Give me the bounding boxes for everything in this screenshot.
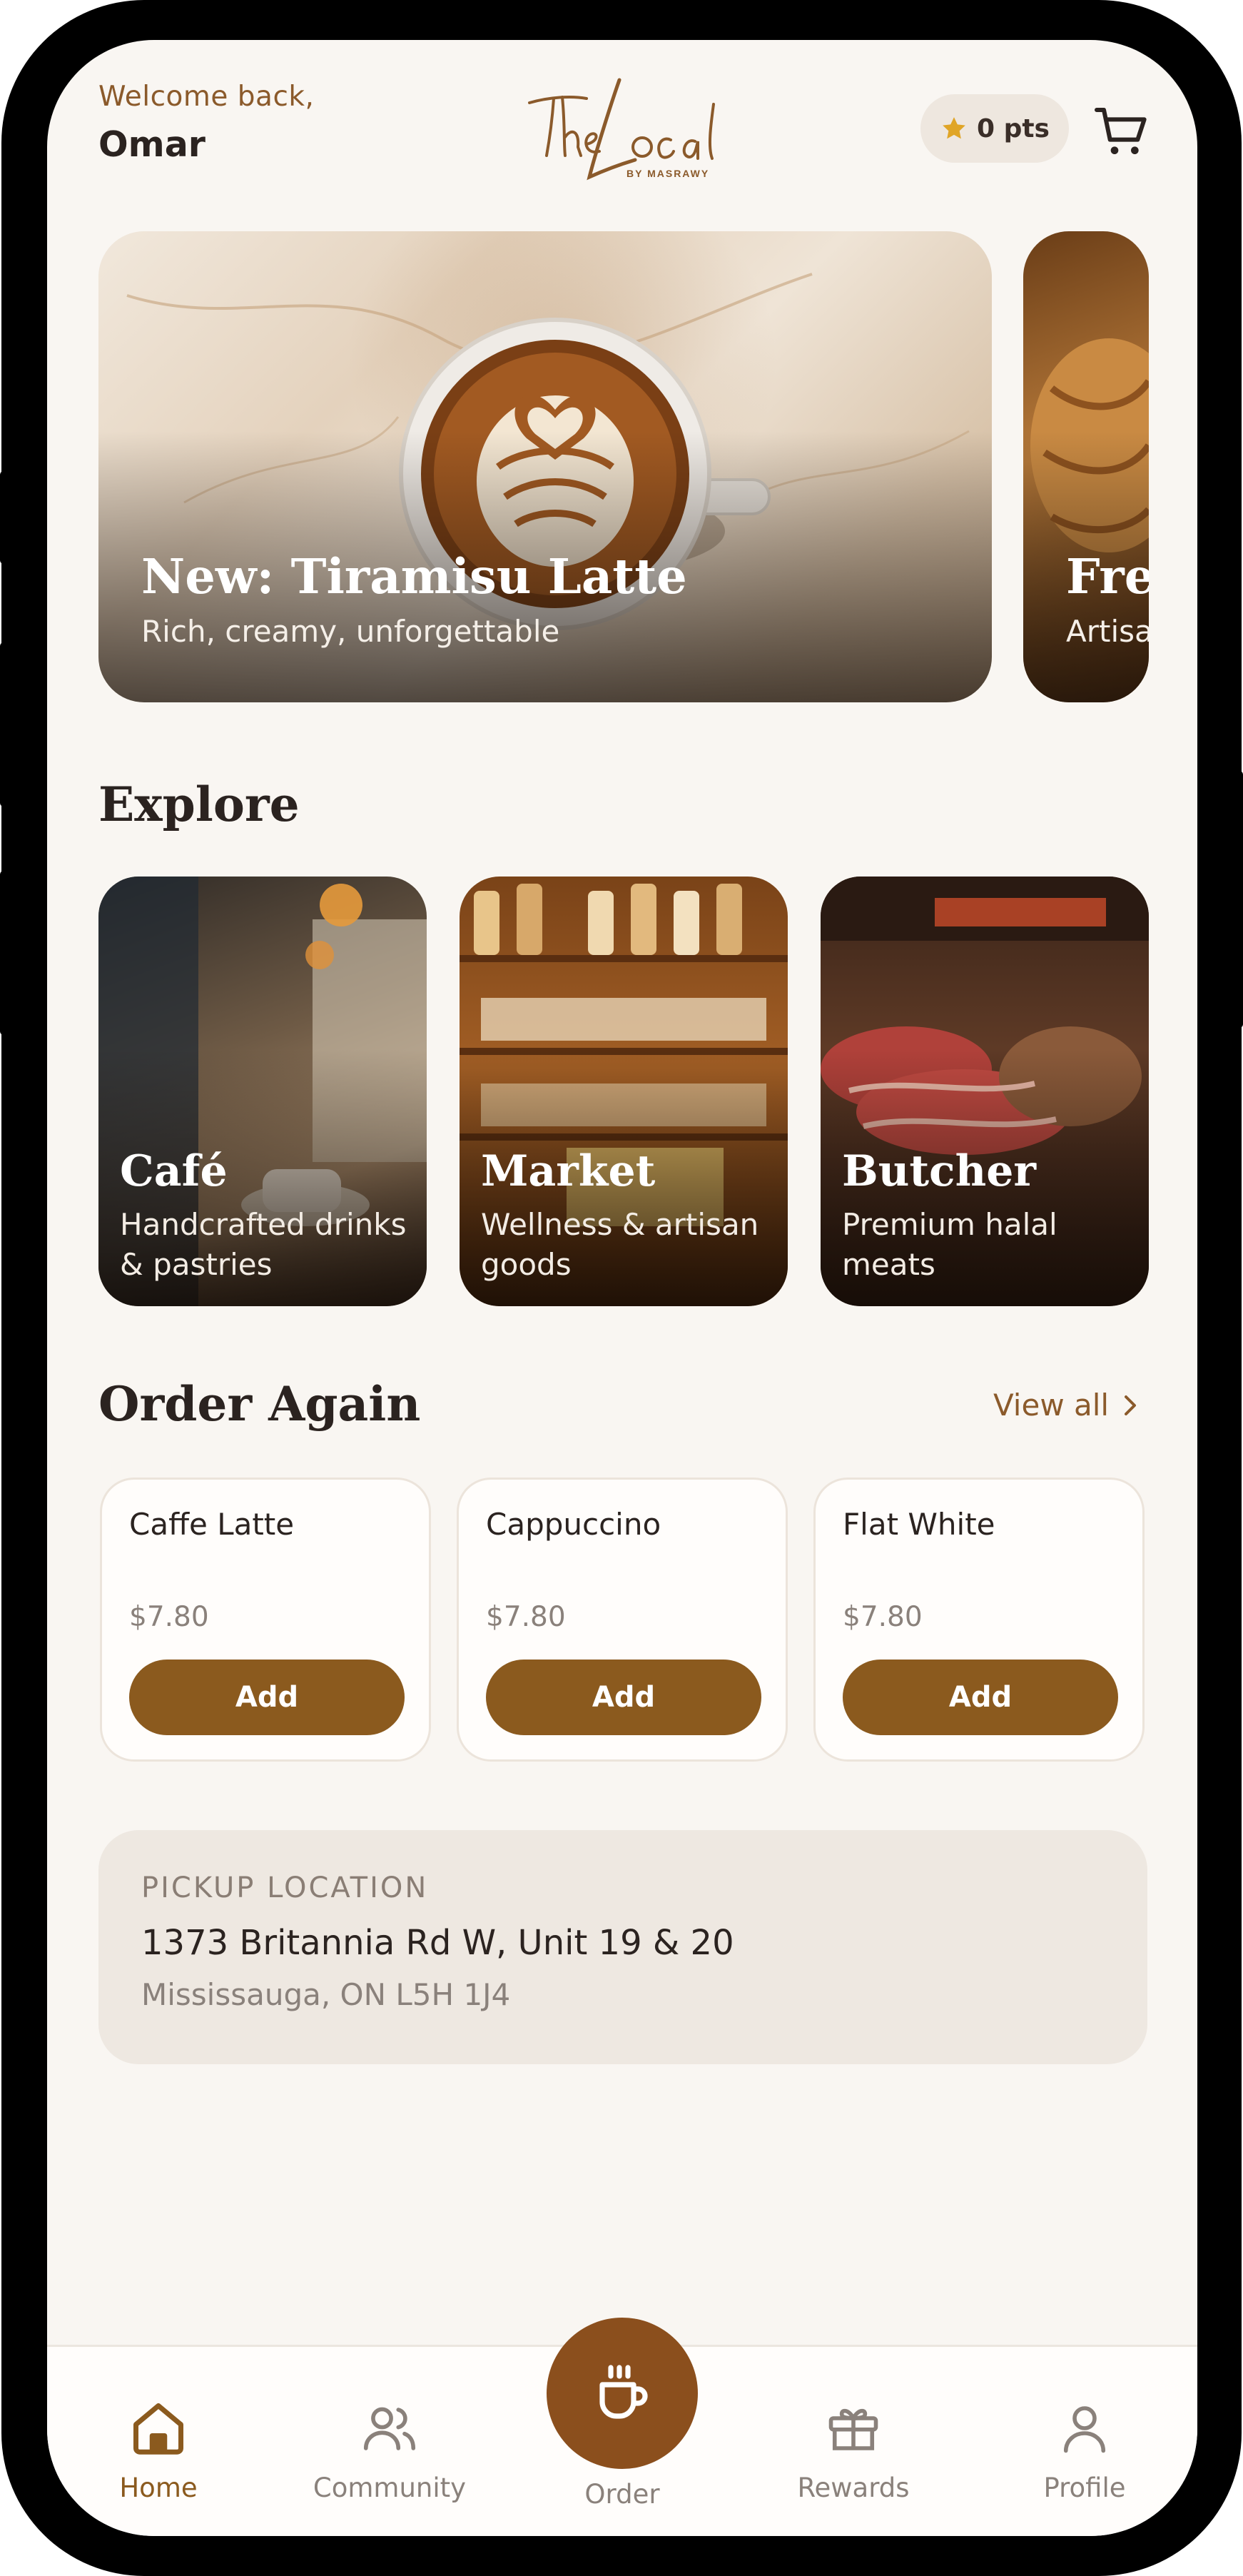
points-badge[interactable]: 0 pts xyxy=(920,94,1069,163)
logo-sub: BY MASRAWY xyxy=(626,168,709,179)
coffee-cup-icon xyxy=(599,2365,648,2419)
hero-banner[interactable]: New: Tiramisu Latte Rich, creamy, unforg… xyxy=(98,231,992,702)
product-name: Caffe Latte xyxy=(129,1507,295,1542)
explore-card-desc: Handcrafted drinks & pastries xyxy=(120,1207,407,1282)
community-icon xyxy=(363,2407,416,2450)
nav-profile[interactable]: Profile xyxy=(992,2398,1177,2503)
order-button[interactable] xyxy=(547,2318,698,2469)
explore-card-butcher[interactable]: Butcher Premium halal meats xyxy=(821,877,1149,1306)
welcome-text: Welcome back, xyxy=(98,81,315,113)
app-screen: Welcome back, Omar BY MASRAWY 0 pts New:… xyxy=(47,40,1197,2536)
nav-label: Rewards xyxy=(797,2473,910,2503)
product-card[interactable]: Flat White $7.80 Add xyxy=(813,1478,1145,1762)
cart-icon[interactable] xyxy=(1093,103,1150,160)
explore-heading: Explore xyxy=(98,777,300,832)
brand-logo: BY MASRAWY xyxy=(528,78,715,181)
product-name: Flat White xyxy=(843,1507,995,1542)
add-button[interactable]: Add xyxy=(129,1660,405,1735)
nav-label: Home xyxy=(119,2473,198,2503)
side-button xyxy=(0,642,7,807)
points-label: 0 pts xyxy=(977,113,1050,143)
nav-label: Community xyxy=(313,2473,467,2503)
hero-banner-next[interactable]: Fres Artisa xyxy=(1023,231,1149,702)
side-button xyxy=(0,871,7,1035)
product-price: $7.80 xyxy=(129,1601,209,1633)
chevron-right-icon xyxy=(1125,1395,1137,1415)
pickup-city: Mississauga, ON L5H 1J4 xyxy=(141,1977,511,2012)
nav-home[interactable]: Home xyxy=(66,2398,251,2503)
view-all-link[interactable]: View all xyxy=(993,1388,1139,1423)
pickup-label: PICKUP LOCATION xyxy=(141,1872,429,1904)
nav-rewards[interactable]: Rewards xyxy=(761,2398,946,2503)
hero-subtitle: Artisa xyxy=(1066,614,1149,649)
hero-subtitle: Rich, creamy, unforgettable xyxy=(141,614,560,649)
nav-order-label: Order xyxy=(584,2479,660,2510)
view-all-label: View all xyxy=(993,1388,1110,1423)
side-button xyxy=(1236,771,1243,1028)
order-again-heading: Order Again xyxy=(98,1376,421,1432)
add-button[interactable]: Add xyxy=(843,1660,1118,1735)
gift-icon xyxy=(828,2408,878,2450)
star-icon xyxy=(943,117,965,139)
nav-community[interactable]: Community xyxy=(297,2398,482,2503)
home-icon xyxy=(133,2403,183,2455)
explore-card-title: Market xyxy=(481,1146,656,1196)
product-card[interactable]: Cappuccino $7.80 Add xyxy=(457,1478,788,1762)
hero-title: New: Tiramisu Latte xyxy=(141,548,687,605)
profile-icon xyxy=(1063,2406,1106,2453)
explore-card-market[interactable]: Market Wellness & artisan goods xyxy=(460,877,788,1306)
product-card[interactable]: Caffe Latte $7.80 Add xyxy=(100,1478,431,1762)
hero-title: Fres xyxy=(1066,548,1149,605)
product-price: $7.80 xyxy=(843,1601,923,1633)
phone-frame: Welcome back, Omar BY MASRAWY 0 pts New:… xyxy=(0,0,1243,2576)
side-button xyxy=(0,471,7,564)
product-price: $7.80 xyxy=(486,1601,566,1633)
product-name: Cappuccino xyxy=(486,1507,661,1542)
nav-label: Profile xyxy=(1043,2473,1126,2503)
username: Omar xyxy=(98,124,206,165)
explore-card-cafe[interactable]: Café Handcrafted drinks & pastries xyxy=(98,877,427,1306)
add-button[interactable]: Add xyxy=(486,1660,761,1735)
explore-card-desc: Premium halal meats xyxy=(842,1207,1057,1282)
explore-card-title: Butcher xyxy=(842,1146,1036,1196)
pickup-location-card[interactable]: PICKUP LOCATION 1373 Britannia Rd W, Uni… xyxy=(98,1830,1147,2064)
explore-card-desc: Wellness & artisan goods xyxy=(481,1207,759,1282)
explore-card-title: Café xyxy=(120,1146,228,1196)
pickup-address: 1373 Britannia Rd W, Unit 19 & 20 xyxy=(141,1923,734,1963)
